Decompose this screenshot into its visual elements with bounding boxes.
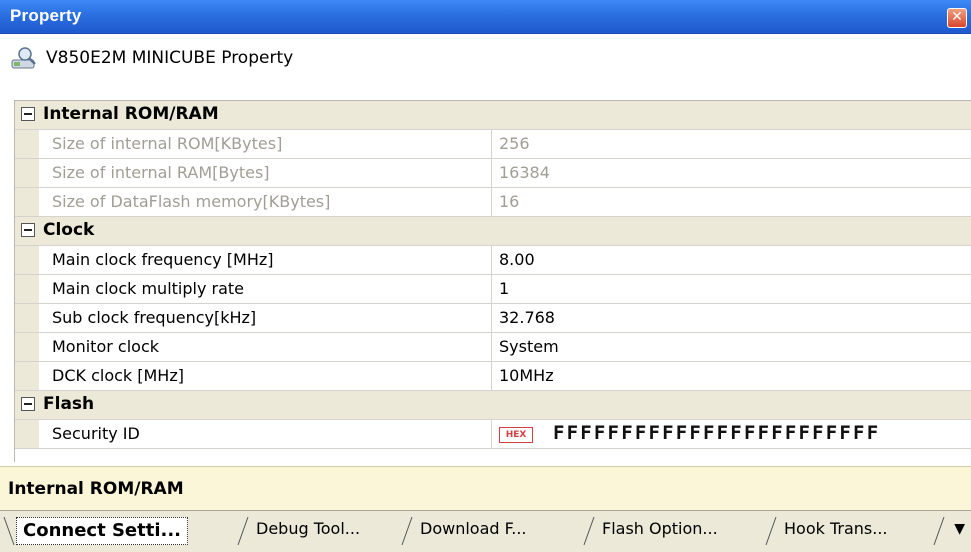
category-internal-rom-ram[interactable]: Internal ROM/RAM [15, 101, 971, 130]
row-gutter [15, 188, 39, 216]
tab-list-dropdown-icon[interactable]: ▼ [954, 521, 965, 537]
property-name: Sub clock frequency[kHz] [52, 308, 257, 327]
tab-flash-options[interactable]: Flash Option... [596, 515, 724, 545]
column-divider[interactable] [491, 246, 492, 274]
close-icon[interactable]: ✕ [947, 8, 967, 28]
category-label: Internal ROM/RAM [43, 104, 219, 124]
debugger-tool-icon [11, 47, 36, 69]
tab-separator [237, 516, 249, 546]
tab-separator [401, 516, 413, 546]
property-value: 256 [499, 134, 530, 153]
property-header: V850E2M MINICUBE Property [0, 34, 971, 100]
property-name: Main clock multiply rate [52, 279, 245, 298]
row-gutter [15, 304, 39, 332]
description-panel: Internal ROM/RAM [0, 466, 971, 510]
property-value[interactable]: 10MHz [499, 366, 554, 385]
hex-badge: HEX [499, 427, 533, 443]
object-name: V850E2M MINICUBE Property [46, 48, 294, 68]
row-gutter [15, 362, 39, 390]
tab-separator [933, 516, 945, 546]
property-row-main-clock-multiply-rate[interactable]: Main clock multiply rate 1 [15, 275, 971, 304]
property-value[interactable]: 32.768 [499, 308, 555, 327]
collapse-icon[interactable] [21, 107, 35, 121]
property-row-internal-rom-size[interactable]: Size of internal ROM[KBytes] 256 [15, 130, 971, 159]
category-label: Clock [43, 220, 95, 240]
column-divider[interactable] [491, 304, 492, 332]
collapse-icon[interactable] [21, 223, 35, 237]
collapse-icon[interactable] [21, 397, 35, 411]
property-name: Size of DataFlash memory[KBytes] [52, 192, 331, 211]
title-bar: Property ✕ [0, 0, 971, 34]
column-divider[interactable] [491, 333, 492, 361]
tab-separator [3, 516, 15, 546]
category-label: Flash [43, 394, 95, 414]
property-value: 16 [499, 192, 520, 211]
row-gutter [15, 333, 39, 361]
row-gutter [15, 420, 39, 448]
tab-connect-settings[interactable]: Connect Setti... [16, 517, 189, 545]
property-name: DCK clock [MHz] [52, 366, 184, 385]
property-value[interactable]: 1 [499, 279, 509, 298]
row-gutter [15, 130, 39, 158]
tab-bar: Connect Setti... Debug Tool... Download … [0, 510, 971, 552]
category-flash[interactable]: Flash [15, 391, 971, 420]
property-value[interactable]: System [499, 337, 559, 356]
property-row-security-id[interactable]: Security ID HEX FFFFFFFFFFFFFFFFFFFFFFFF [15, 420, 971, 449]
property-value[interactable]: 8.00 [499, 250, 535, 269]
security-id-value[interactable]: FFFFFFFFFFFFFFFFFFFFFFFF [553, 422, 880, 444]
property-row-internal-ram-size[interactable]: Size of internal RAM[Bytes] 16384 [15, 159, 971, 188]
category-clock[interactable]: Clock [15, 217, 971, 246]
window-title: Property [10, 6, 82, 25]
column-divider[interactable] [491, 159, 492, 187]
column-divider[interactable] [491, 130, 492, 158]
tab-debug-tool[interactable]: Debug Tool... [250, 515, 366, 545]
row-gutter [15, 275, 39, 303]
property-value: 16384 [499, 163, 550, 182]
property-name: Security ID [52, 424, 140, 443]
row-gutter [15, 246, 39, 274]
tab-hook-transaction[interactable]: Hook Trans... [778, 515, 894, 545]
property-row-monitor-clock[interactable]: Monitor clock System [15, 333, 971, 362]
description-title: Internal ROM/RAM [8, 479, 184, 499]
column-divider[interactable] [491, 362, 492, 390]
column-divider[interactable] [491, 188, 492, 216]
property-name: Monitor clock [52, 337, 159, 356]
property-name: Size of internal RAM[Bytes] [52, 163, 270, 182]
column-divider[interactable] [491, 420, 492, 448]
row-gutter [15, 159, 39, 187]
property-name: Main clock frequency [MHz] [52, 250, 274, 269]
property-row-dck-clock[interactable]: DCK clock [MHz] 10MHz [15, 362, 971, 391]
column-divider[interactable] [491, 275, 492, 303]
tab-separator [765, 516, 777, 546]
property-panel: Property ✕ V850E2M MINICUBE Property Int… [0, 0, 971, 552]
property-grid: Internal ROM/RAM Size of internal ROM[KB… [14, 100, 971, 462]
property-row-dataflash-size[interactable]: Size of DataFlash memory[KBytes] 16 [15, 188, 971, 217]
property-name: Size of internal ROM[KBytes] [52, 134, 283, 153]
tab-download-file[interactable]: Download F... [414, 515, 533, 545]
property-row-main-clock-frequency[interactable]: Main clock frequency [MHz] 8.00 [15, 246, 971, 275]
property-row-sub-clock-frequency[interactable]: Sub clock frequency[kHz] 32.768 [15, 304, 971, 333]
tab-separator [583, 516, 595, 546]
